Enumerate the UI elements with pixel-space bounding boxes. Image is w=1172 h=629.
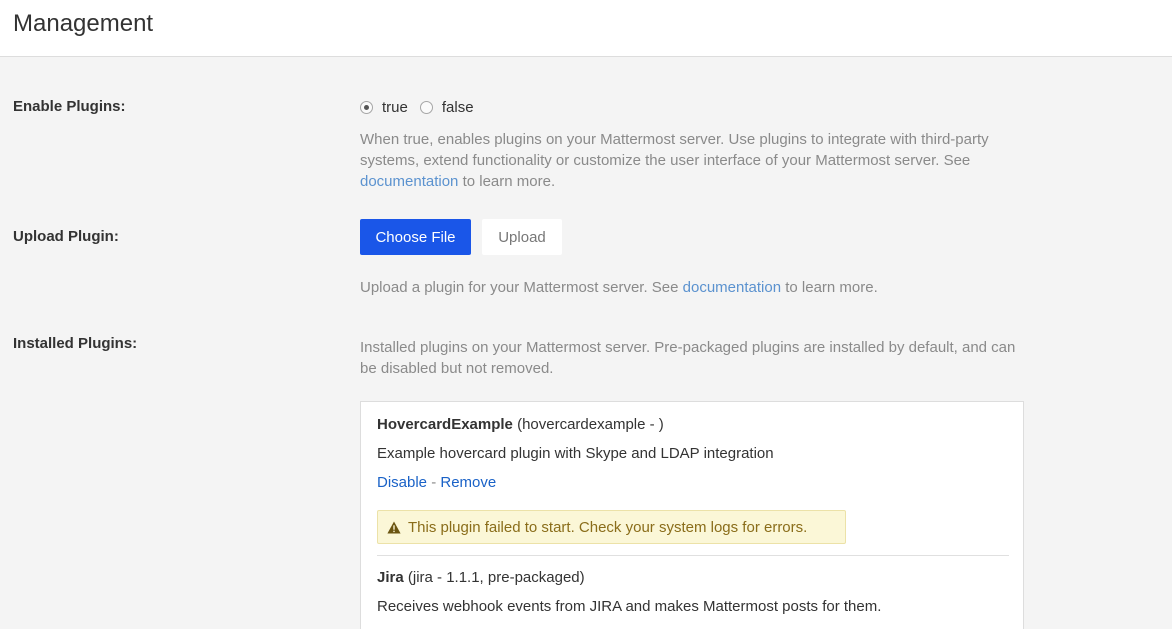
installed-plugins-label: Installed Plugins: xyxy=(13,335,138,352)
plugin-description: Receives webhook events from JIRA and ma… xyxy=(377,598,882,615)
plugin-actions: Disable - Remove xyxy=(377,474,496,491)
warning-icon xyxy=(387,521,401,533)
enable-plugins-radio-group: true false xyxy=(360,97,486,117)
upload-plugin-help: Upload a plugin for your Mattermost serv… xyxy=(360,277,1020,298)
enable-plugins-false-label[interactable]: false xyxy=(442,99,474,116)
plugin-item-jira: Jira (jira - 1.1.1, pre-packaged) Receiv… xyxy=(377,569,1009,629)
plugin-title: Jira (jira - 1.1.1, pre-packaged) xyxy=(377,569,1009,586)
plugin-description: Example hovercard plugin with Skype and … xyxy=(377,445,774,462)
choose-file-button[interactable]: Choose File xyxy=(360,219,471,255)
plugin-warning-text: This plugin failed to start. Check your … xyxy=(408,518,808,536)
upload-plugin-help-text: Upload a plugin for your Mattermost serv… xyxy=(360,279,683,296)
enable-plugins-help: When true, enables plugins on your Matte… xyxy=(360,129,1020,192)
enable-plugins-false-radio[interactable] xyxy=(419,100,433,114)
enable-plugins-true-radio[interactable] xyxy=(360,100,373,114)
upload-plugin-help-suffix: to learn more. xyxy=(781,279,878,296)
plugin-title: HovercardExample (hovercardexample - ) xyxy=(377,416,1009,433)
plugin-name: HovercardExample xyxy=(377,416,513,433)
plugin-error-warning: This plugin failed to start. Check your … xyxy=(377,510,846,544)
upload-button[interactable]: Upload xyxy=(482,219,562,255)
installed-plugins-help: Installed plugins on your Mattermost ser… xyxy=(360,339,1016,377)
installed-plugins-list: HovercardExample (hovercardexample - ) E… xyxy=(360,401,1024,629)
plugin-divider xyxy=(377,555,1009,556)
page-header: Management xyxy=(0,0,1172,57)
enable-plugins-documentation-link[interactable]: documentation xyxy=(360,173,458,190)
plugin-meta: (hovercardexample - ) xyxy=(512,416,664,433)
plugin-meta: (jira - 1.1.1, pre-packaged) xyxy=(403,569,585,586)
page-title: Management xyxy=(13,10,154,37)
enable-plugins-true-label[interactable]: true xyxy=(382,99,408,116)
upload-plugin-label: Upload Plugin: xyxy=(13,228,119,245)
plugin-item-hovercardexample: HovercardExample (hovercardexample - ) E… xyxy=(377,416,1009,556)
action-separator: - xyxy=(427,474,441,491)
remove-plugin-link[interactable]: Remove xyxy=(440,474,496,491)
disable-plugin-link[interactable]: Disable xyxy=(377,474,427,491)
enable-plugins-help-text: When true, enables plugins on your Matte… xyxy=(360,131,989,169)
upload-plugin-documentation-link[interactable]: documentation xyxy=(683,279,781,296)
enable-plugins-help-suffix: to learn more. xyxy=(458,173,556,190)
enable-plugins-label: Enable Plugins: xyxy=(13,98,126,115)
plugin-name: Jira xyxy=(377,569,404,586)
